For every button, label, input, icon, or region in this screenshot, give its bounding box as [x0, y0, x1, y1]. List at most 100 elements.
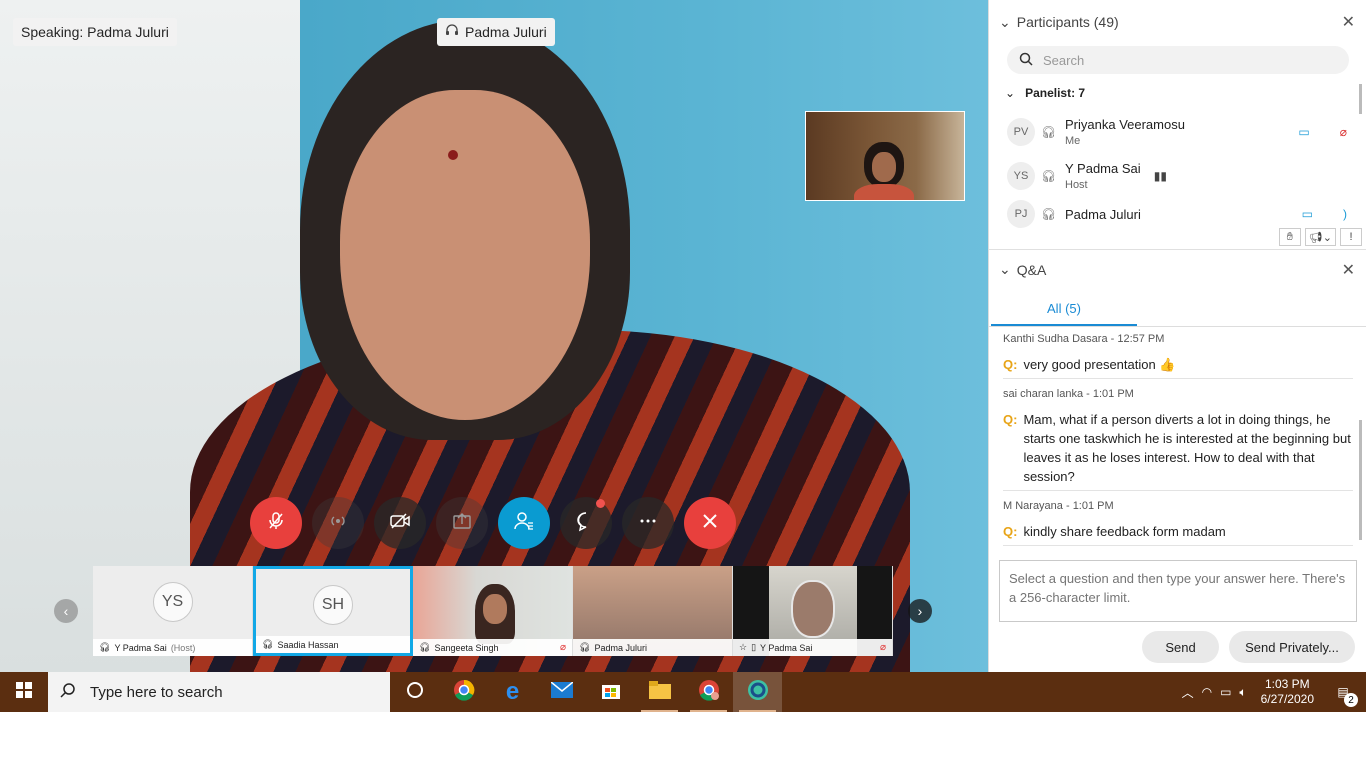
qa-scrollbar[interactable] [1359, 420, 1362, 540]
taskbar-mail[interactable] [537, 672, 586, 712]
chat-button[interactable] [560, 497, 612, 549]
chevron-down-icon[interactable]: ⌄ [999, 14, 1011, 31]
participants-button[interactable] [498, 497, 550, 549]
qa-item[interactable]: sai charan lanka - 1:01 PM Q: Mam, what … [1003, 388, 1353, 486]
self-view-video[interactable] [805, 111, 965, 201]
participant-row[interactable]: PV 🎧︎ Priyanka Veeramosu Me ▭ ⌀ [1007, 110, 1347, 154]
microphone-muted-icon[interactable]: ⌀ [1340, 125, 1347, 139]
mute-button[interactable] [250, 497, 302, 549]
microphone-muted-icon: ⌀ [559, 642, 566, 653]
close-participants-button[interactable]: ✕ [1342, 12, 1355, 32]
side-panel: ⌄ Participants (49) ✕ Search ⌄ Panelist:… [988, 0, 1366, 672]
filmstrip-tile[interactable]: YS 🎧︎ Y Padma Sai (Host) [93, 566, 253, 656]
participant-name: Y Padma Sai [1065, 161, 1141, 176]
participant-row[interactable]: YS 🎧︎ Y Padma Sai Host ▮▮ [1007, 154, 1347, 198]
tile-name: Y Padma Sai [114, 642, 167, 653]
video-button[interactable] [374, 497, 426, 549]
raise-hand-icon[interactable]: ✋︎ [1278, 228, 1301, 246]
folder-icon [648, 680, 671, 704]
speaker-face [340, 90, 590, 420]
notifications-button[interactable]: ▤ 2 [1328, 685, 1358, 707]
taskbar-clock[interactable]: 1:03 PM 6/27/2020 [1255, 677, 1320, 707]
megaphone-icon[interactable]: 📢︎⌄ [1304, 228, 1336, 246]
participant-row[interactable]: PJ 🎧︎ Padma Juluri ▭ ) [1007, 200, 1347, 228]
tab-all-label: All (5) [1047, 300, 1081, 316]
task-view-button[interactable] [390, 672, 439, 712]
send-privately-button[interactable]: Send Privately... [1229, 631, 1355, 663]
battery-icon[interactable]: ▭ [1220, 685, 1231, 699]
headset-icon [445, 18, 459, 46]
taskbar-file-explorer[interactable] [635, 672, 684, 712]
participants-search-input[interactable]: Search [1007, 46, 1349, 74]
tab-all[interactable]: All (5) [991, 292, 1137, 326]
divider [1003, 378, 1353, 379]
participant-name: Padma Juluri [1065, 206, 1141, 222]
store-icon [601, 680, 621, 705]
question-marker: Q: [1003, 357, 1018, 372]
tile-label: 🎧︎ Saadia Hassan [256, 636, 410, 653]
meeting-controls [250, 497, 736, 549]
wifi-icon[interactable]: ◠ [1202, 685, 1212, 699]
participants-header[interactable]: ⌄ Participants (49) ✕ [989, 2, 1366, 42]
filmstrip-next-button[interactable]: › [908, 599, 932, 623]
video-on-icon[interactable]: ▭ [1302, 207, 1313, 221]
tile-role: (Host) [170, 642, 196, 653]
qa-item[interactable]: M Narayana - 1:01 PM Q: kindly share fee… [1003, 500, 1353, 541]
video-name-text: Padma Juluri [465, 24, 547, 40]
share-button[interactable] [436, 497, 488, 549]
volume-icon[interactable]: 🔈︎ [1239, 685, 1246, 700]
chevron-down-icon: ⌄ [1005, 86, 1016, 100]
filmstrip-prev-button[interactable]: ‹ [54, 599, 78, 623]
taskbar-search-box[interactable]: Type here to search [48, 672, 390, 712]
filmstrip-tile-active[interactable]: SH 🎧︎ Saadia Hassan [253, 566, 413, 656]
headset-icon: 🎧︎ [99, 642, 111, 652]
mail-icon [550, 680, 573, 703]
chevron-right-icon: › [917, 603, 923, 619]
participants-title: Participants (49) [1016, 14, 1119, 30]
audio-wave-icon[interactable]: ) [1343, 207, 1347, 221]
panelist-group-header[interactable]: ⌄ Panelist: 7 [1005, 86, 1085, 100]
tile-name: Padma Juluri [594, 642, 647, 653]
qa-header[interactable]: ⌄ Q&A ✕ [989, 249, 1366, 289]
webex-icon [747, 679, 769, 706]
audio-button[interactable] [312, 497, 364, 549]
leave-button[interactable] [684, 497, 736, 549]
phone-icon: ▯ [751, 642, 757, 652]
windows-logo-icon [16, 681, 32, 703]
chevron-up-icon[interactable]: ︿ [1182, 684, 1194, 701]
chevron-down-icon[interactable]: ⌄ [999, 261, 1011, 278]
participants-scrollbar[interactable] [1359, 84, 1362, 114]
start-button[interactable] [0, 672, 48, 712]
audio-level-icon: ▮▮ [1153, 169, 1167, 183]
taskbar-webex[interactable] [733, 672, 782, 712]
self-view-body [854, 184, 914, 200]
clock-date: 6/27/2020 [1260, 692, 1314, 706]
divider [1003, 490, 1353, 491]
taskbar-chrome[interactable] [439, 672, 488, 712]
tile-label: 🎧︎ Y Padma Sai (Host) [93, 639, 252, 656]
video-on-icon[interactable]: ▭ [1298, 125, 1309, 139]
taskbar-chrome-profile[interactable] [684, 672, 733, 712]
taskbar-store[interactable] [586, 672, 635, 712]
chrome-profile-icon [698, 679, 720, 706]
participant-role: Me [1065, 135, 1081, 147]
answer-input[interactable] [999, 560, 1357, 622]
speaker-bindi [448, 150, 458, 160]
main-video[interactable]: Speaking: Padma Juluri Padma Juluri ‹ › … [0, 0, 988, 672]
question-text: very good presentation 👍 [1023, 357, 1176, 372]
close-qa-button[interactable]: ✕ [1342, 260, 1355, 280]
active-speaker-text: Speaking: Padma Juluri [21, 24, 169, 40]
tile-label: 🎧︎ Sangeeta Singh ⌀ [413, 639, 572, 656]
more-button[interactable] [622, 497, 674, 549]
tile-label: ☆ ▯ Y Padma Sai ⌀ [733, 639, 892, 656]
filmstrip-tile[interactable]: ☆ ▯ Y Padma Sai ⌀ [733, 566, 893, 656]
alert-icon[interactable]: ! [1340, 228, 1362, 246]
edge-icon: e [505, 678, 520, 705]
microphone-muted-icon: ⌀ [879, 642, 886, 653]
panelist-label: Panelist: 7 [1025, 86, 1086, 100]
qa-item[interactable]: Kanthi Sudha Dasara - 12:57 PM Q: very g… [1003, 333, 1353, 374]
filmstrip-tile[interactable]: 🎧︎ Sangeeta Singh ⌀ [413, 566, 573, 656]
filmstrip-tile[interactable]: 🎧︎ Padma Juluri [573, 566, 733, 656]
send-button[interactable]: Send [1142, 631, 1219, 663]
taskbar-edge[interactable]: e [488, 672, 537, 712]
